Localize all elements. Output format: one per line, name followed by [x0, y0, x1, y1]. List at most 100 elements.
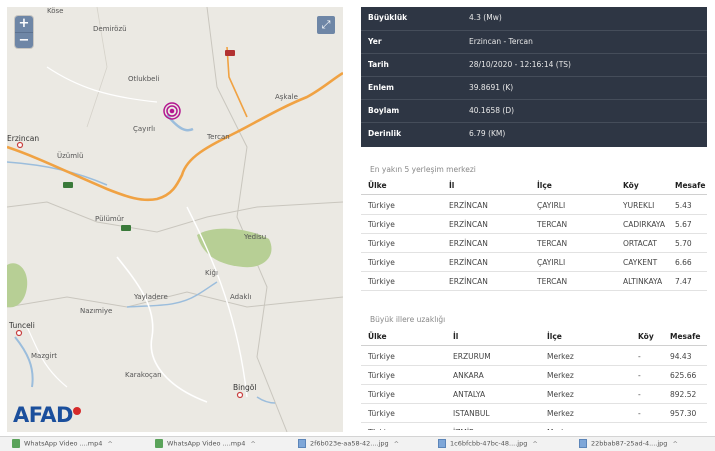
zoom-out-button[interactable]: − — [15, 32, 33, 48]
map-label-tercan: Tercan — [207, 133, 230, 141]
table-header: Ülke İl İlçe Köy Mesafe — [361, 328, 707, 346]
table-cell: 5.70 — [675, 239, 692, 248]
table-cell: ERZİNCAN — [449, 277, 488, 286]
table-cell: ISTANBUL — [453, 409, 490, 418]
table-row[interactable]: Türkiye ISTANBUL Merkez - 957.30 — [361, 404, 707, 423]
table-cell: Merkez — [547, 352, 574, 361]
table-cell: ERZİNCAN — [449, 239, 488, 248]
table-cell: Türkiye — [368, 371, 395, 380]
image-file-icon — [438, 439, 446, 448]
image-file-icon — [579, 439, 587, 448]
download-item[interactable]: 1c6bfcbb-47bc-48....jpg ^ — [438, 439, 538, 451]
table-row[interactable]: Türkiye ANTALYA Merkez - 892.52 — [361, 385, 707, 404]
earthquake-map[interactable]: Köse Demirözü Otlukbeli Çayırlı Aşkale T… — [7, 7, 343, 432]
table-cell: CAYKENT — [623, 258, 658, 267]
column-header[interactable]: Mesafe — [675, 181, 705, 190]
info-key: Tarih — [368, 60, 389, 69]
table-row[interactable]: Türkiye ERZİNCAN ÇAYIRLI CAYKENT 6.66 — [361, 253, 707, 272]
table-cell: 625.66 — [670, 371, 697, 380]
table-cell: Türkiye — [368, 409, 395, 418]
map-label-adakli: Adaklı — [230, 293, 252, 301]
table-cell: İZMİR — [453, 428, 474, 430]
table-cell: - — [638, 409, 641, 418]
map-label-cayirli: Çayırlı — [133, 125, 156, 133]
info-value: 40.1658 (D) — [469, 106, 515, 115]
table-cell: Türkiye — [368, 390, 395, 399]
info-key: Derinlik — [368, 129, 402, 138]
map-label-tunceli: Tunceli — [9, 321, 35, 330]
download-item[interactable]: WhatsApp Video ....mp4 ^ — [12, 439, 113, 451]
column-header[interactable]: İl — [453, 332, 458, 341]
info-value: 39.8691 (K) — [469, 83, 514, 92]
table-cell: 5.67 — [675, 220, 692, 229]
info-row: Boylam 40.1658 (D) — [361, 99, 707, 122]
table-cell: 7.47 — [675, 277, 692, 286]
map-label-otlukbeli: Otlukbeli — [128, 75, 160, 83]
map-label-yedisu: Yedisu — [244, 233, 267, 241]
table-row[interactable]: Türkiye ERZURUM Merkez - 94.43 — [361, 347, 707, 366]
table-cell: ANTALYA — [453, 390, 486, 399]
table-row[interactable]: Türkiye ERZİNCAN TERCAN CADIRKAYA 5.67 — [361, 215, 707, 234]
zoom-in-button[interactable]: + — [15, 16, 33, 32]
info-row: Derinlik 6.79 (KM) — [361, 122, 707, 145]
info-key: Boylam — [368, 106, 400, 115]
table-cell: ÇAYIRLI — [537, 201, 566, 210]
map-label-pulumur: Pülümür — [95, 215, 125, 223]
epicenter-marker[interactable] — [163, 102, 181, 120]
column-header[interactable]: Köy — [638, 332, 654, 341]
download-item[interactable]: 2f6b023e-aa58-42....jpg ^ — [298, 439, 399, 451]
table-cell: 6.66 — [675, 258, 692, 267]
map-label-karakocan: Karakoçan — [125, 371, 162, 379]
column-header[interactable]: İlçe — [547, 332, 562, 341]
column-header[interactable]: Ülke — [368, 332, 387, 341]
table-cell: Merkez — [547, 371, 574, 380]
map-canvas[interactable] — [7, 7, 343, 432]
table-cell: - — [638, 371, 641, 380]
table-cell: Türkiye — [368, 239, 395, 248]
chevron-up-icon[interactable]: ^ — [532, 440, 537, 448]
info-row: Enlem 39.8691 (K) — [361, 76, 707, 99]
table-row[interactable]: Türkiye ANKARA Merkez - 625.66 — [361, 366, 707, 385]
info-row: Tarih 28/10/2020 - 12:16:14 (TS) — [361, 53, 707, 76]
table-cell: YUREKLI — [623, 201, 655, 210]
download-item-label: 1c6bfcbb-47bc-48....jpg — [450, 439, 528, 448]
map-label-nazimiye: Nazımiye — [80, 307, 113, 315]
info-key: Enlem — [368, 83, 394, 92]
download-item[interactable]: 22bbab87-25ad-4....jpg ^ — [579, 439, 678, 451]
table-row[interactable]: Türkiye ERZİNCAN ÇAYIRLI YUREKLI 5.43 — [361, 196, 707, 215]
table-cell: ERZİNCAN — [449, 220, 488, 229]
table-row[interactable]: Türkiye İZMİR Merkez — [361, 423, 707, 430]
download-item-label: WhatsApp Video ....mp4 — [167, 439, 246, 448]
download-item-label: 2f6b023e-aa58-42....jpg — [310, 439, 389, 448]
fullscreen-icon[interactable]: ⤢ — [317, 16, 335, 34]
table-cell: ANKARA — [453, 371, 484, 380]
table-cell: TERCAN — [537, 277, 568, 286]
map-label-kose: Köse — [47, 7, 64, 15]
table-row[interactable]: Türkiye ERZİNCAN TERCAN ALTINKAYA 7.47 — [361, 272, 707, 291]
column-header[interactable]: İl — [449, 181, 454, 190]
download-item[interactable]: WhatsApp Video ....mp4 ^ — [155, 439, 256, 451]
map-label-erzincan: Erzincan — [7, 134, 40, 143]
table-cell: 94.43 — [670, 352, 692, 361]
table-cell: ALTINKAYA — [623, 277, 663, 286]
table-row[interactable]: Türkiye ERZİNCAN TERCAN ORTACAT 5.70 — [361, 234, 707, 253]
table-cell: Merkez — [547, 409, 574, 418]
column-header[interactable]: Mesafe — [670, 332, 700, 341]
zoom-control: + − — [15, 16, 33, 48]
map-label-mazgirt: Mazgirt — [31, 352, 58, 360]
column-header[interactable]: Köy — [623, 181, 639, 190]
map-label-uzumlu: Üzümlü — [57, 152, 84, 160]
download-item-label: 22bbab87-25ad-4....jpg — [591, 439, 668, 448]
table-cell: Türkiye — [368, 352, 395, 361]
table-cell: CADIRKAYA — [623, 220, 666, 229]
chevron-up-icon[interactable]: ^ — [394, 440, 399, 448]
column-header[interactable]: İlçe — [537, 181, 552, 190]
table-cell: ERZİNCAN — [449, 258, 488, 267]
column-header[interactable]: Ülke — [368, 181, 387, 190]
chevron-up-icon[interactable]: ^ — [107, 440, 112, 448]
table-cell: ERZİNCAN — [449, 201, 488, 210]
chevron-up-icon[interactable]: ^ — [250, 440, 255, 448]
chevron-up-icon[interactable]: ^ — [672, 440, 677, 448]
video-file-icon — [12, 439, 20, 448]
info-row: Büyüklük 4.3 (Mw) — [361, 7, 707, 30]
